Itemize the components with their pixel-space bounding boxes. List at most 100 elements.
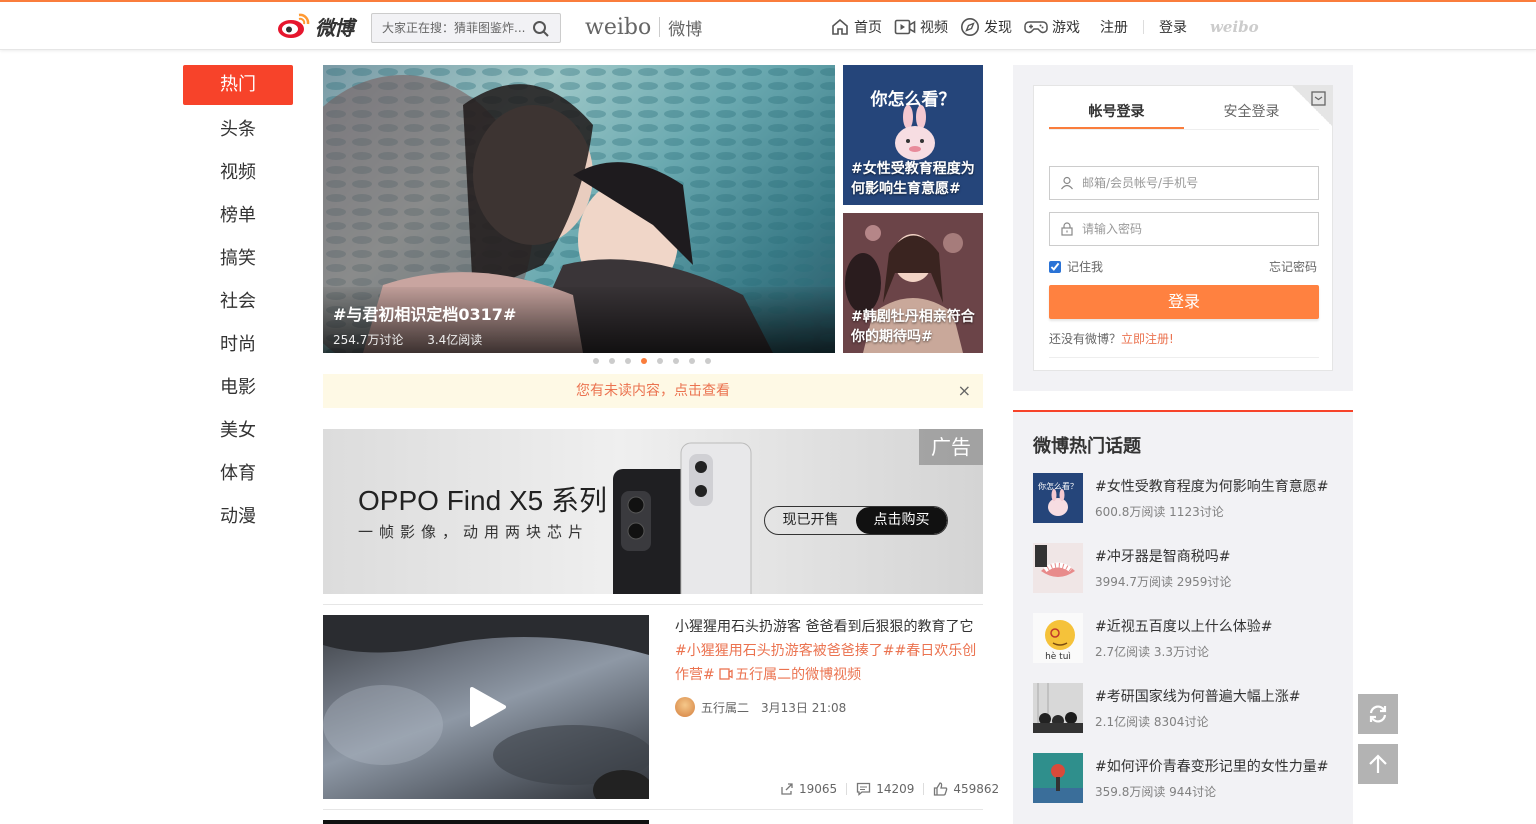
login-submit-button[interactable]: 登录 <box>1049 285 1319 319</box>
login-panel: 帐号登录 安全登录 记住我 忘记密码 登录 还没有微博？立即注册! <box>1013 65 1353 391</box>
nav-discover[interactable]: 发现 <box>960 17 1012 37</box>
refresh-icon <box>1369 705 1387 723</box>
thumbs-up-icon <box>934 782 948 796</box>
repost-count: 19065 <box>799 782 838 796</box>
nav-video[interactable]: 视频 <box>894 17 948 37</box>
register-link[interactable]: 注册 <box>1100 17 1128 37</box>
category-ranking[interactable]: 榜单 <box>183 194 293 237</box>
carousel-dot[interactable] <box>657 358 663 364</box>
refresh-button[interactable] <box>1358 694 1398 734</box>
carousel-side-card-1[interactable]: 你怎么看？ #女性受教育程度为何影响生育意愿# <box>843 65 983 205</box>
login-form: 帐号登录 安全登录 记住我 忘记密码 登录 还没有微博？立即注册! <box>1033 85 1333 371</box>
avatar[interactable] <box>675 697 695 717</box>
carousel-dot[interactable] <box>689 358 695 364</box>
carousel-meta: 254.7万讨论 3.4亿阅读 <box>333 331 825 348</box>
comment-button[interactable]: 14209 <box>856 782 914 796</box>
carousel-dot[interactable] <box>609 358 615 364</box>
action-divider <box>846 783 848 795</box>
weibo-mini-logo: weibo <box>1210 18 1259 36</box>
search-input[interactable] <box>372 14 532 42</box>
register-now-link[interactable]: 立即注册! <box>1121 332 1174 346</box>
tab-secure-login[interactable]: 安全登录 <box>1184 102 1319 129</box>
ad-label: 广告 <box>919 429 983 465</box>
carousel-dot[interactable] <box>593 358 599 364</box>
carousel-dot-active[interactable] <box>641 358 647 364</box>
hot-topic-title: #近视五百度以上什么体验# <box>1095 619 1273 635</box>
search-icon[interactable] <box>532 20 550 38</box>
hot-topic-thumbnail: 你怎么看？ <box>1033 473 1083 523</box>
author-name[interactable]: 五行属二 <box>701 699 749 716</box>
password-field <box>1049 212 1319 246</box>
forgot-password-link[interactable]: 忘记密码 <box>1269 258 1317 275</box>
username-input[interactable] <box>1082 167 1312 199</box>
hot-topics-title: 微博热门话题 <box>1033 436 1141 457</box>
carousel-caption: #与君初相识定档0317# 254.7万讨论 3.4亿阅读 <box>323 287 835 353</box>
side-card-1-label: #女性受教育程度为何影响生育意愿# <box>851 161 975 197</box>
top-nav: 首页 视频 发现 游戏 <box>830 2 1092 52</box>
category-nav: 热门 头条 视频 榜单 搞笑 社会 时尚 电影 美女 体育 动漫 <box>183 65 293 538</box>
next-feed-thumbnail[interactable] <box>323 820 649 824</box>
carousel-dot[interactable] <box>625 358 631 364</box>
back-to-top-button[interactable] <box>1358 744 1398 784</box>
side-card-2-label: #韩剧牡丹相亲符合你的期待吗# <box>851 309 975 345</box>
feed-divider <box>323 809 983 810</box>
category-video[interactable]: 视频 <box>183 151 293 194</box>
category-hot[interactable]: 热门 <box>183 65 293 105</box>
nav-game-label: 游戏 <box>1052 20 1080 36</box>
feed-video-link[interactable]: 五行属二的微博视频 <box>719 667 861 683</box>
category-headline[interactable]: 头条 <box>183 108 293 151</box>
carousel-main-slide[interactable]: #与君初相识定档0317# 254.7万讨论 3.4亿阅读 <box>323 65 835 353</box>
close-icon[interactable]: × <box>958 374 971 408</box>
password-input[interactable] <box>1082 213 1312 245</box>
play-icon[interactable] <box>466 685 508 729</box>
weibo-eye-icon <box>278 13 310 38</box>
hot-topic-title: #女性受教育程度为何影响生育意愿# <box>1095 479 1329 495</box>
unread-content-banner[interactable]: 您有未读内容，点击查看 × <box>323 374 983 408</box>
remember-me-label: 记住我 <box>1067 260 1104 274</box>
carousel-dot[interactable] <box>673 358 679 364</box>
hot-topic-item[interactable]: #冲牙器是智商税吗# 3994.7万阅读 2959讨论 <box>1033 543 1333 593</box>
brand-cn: 微博 <box>668 19 703 40</box>
ad-subtitle: 一帧影像，动用两块芯片 <box>358 523 590 541</box>
category-sports[interactable]: 体育 <box>183 452 293 495</box>
weibo-logo[interactable]: 微博 <box>277 10 359 42</box>
category-society[interactable]: 社会 <box>183 280 293 323</box>
no-account-text: 还没有微博？ <box>1049 332 1122 346</box>
feed-actions: 19065 14209 459862 <box>780 782 999 796</box>
brand-en: weibo <box>585 14 652 40</box>
category-fashion[interactable]: 时尚 <box>183 323 293 366</box>
category-movie[interactable]: 电影 <box>183 366 293 409</box>
carousel-side-card-2[interactable]: #韩剧牡丹相亲符合你的期待吗# <box>843 213 983 353</box>
nav-home[interactable]: 首页 <box>830 17 882 37</box>
feed-video-thumbnail[interactable] <box>323 615 649 799</box>
hot-topic-item[interactable]: #考研国家线为何普遍大幅上涨# 2.1亿阅读 8304讨论 <box>1033 683 1333 733</box>
like-button[interactable]: 459862 <box>933 782 999 796</box>
brand-divider <box>659 17 661 37</box>
repost-button[interactable]: 19065 <box>780 782 837 796</box>
nav-game[interactable]: 游戏 <box>1024 17 1080 37</box>
ad-buy-button[interactable]: 点击购买 <box>856 507 947 534</box>
hot-topic-item[interactable]: hè tuì #近视五百度以上什么体验# 2.7亿阅读 3.3万讨论 <box>1033 613 1333 663</box>
remember-me-checkbox[interactable] <box>1049 260 1061 273</box>
carousel-dot[interactable] <box>705 358 711 364</box>
hot-topic-thumbnail <box>1033 543 1083 593</box>
feed-post-tags: #小猩猩用石头扔游客被爸爸揍了##春日欢乐创作营# 五行属二的微博视频 <box>675 639 985 687</box>
logo-text: 微博 <box>315 15 354 40</box>
nav-video-label: 视频 <box>920 20 948 36</box>
remember-me[interactable]: 记住我 <box>1049 258 1103 275</box>
advertisement-banner[interactable]: 广告 OPPO Find X5 系列 一帧影像，动用两块芯片 现已开售 点击购买 <box>323 429 983 594</box>
category-funny[interactable]: 搞笑 <box>183 237 293 280</box>
hot-topic-item[interactable]: 你怎么看？ #女性受教育程度为何影响生育意愿# 600.8万阅读 1123讨论 <box>1033 473 1333 523</box>
action-divider <box>923 783 925 795</box>
unread-content-text: 您有未读内容，点击查看 <box>576 383 730 399</box>
login-link[interactable]: 登录 <box>1159 17 1187 37</box>
carousel-title[interactable]: #与君初相识定档0317# <box>333 301 825 325</box>
category-beauty[interactable]: 美女 <box>183 409 293 452</box>
home-icon <box>832 18 848 35</box>
category-anime[interactable]: 动漫 <box>183 495 293 538</box>
username-field <box>1049 166 1319 200</box>
ad-on-sale-button[interactable]: 现已开售 <box>765 507 856 534</box>
hot-topic-item[interactable]: #如何评价青春变形记里的女性力量# 359.8万阅读 944讨论 <box>1033 753 1333 803</box>
hot-topic-thumbnail <box>1033 753 1083 803</box>
tab-account-login[interactable]: 帐号登录 <box>1049 102 1184 129</box>
